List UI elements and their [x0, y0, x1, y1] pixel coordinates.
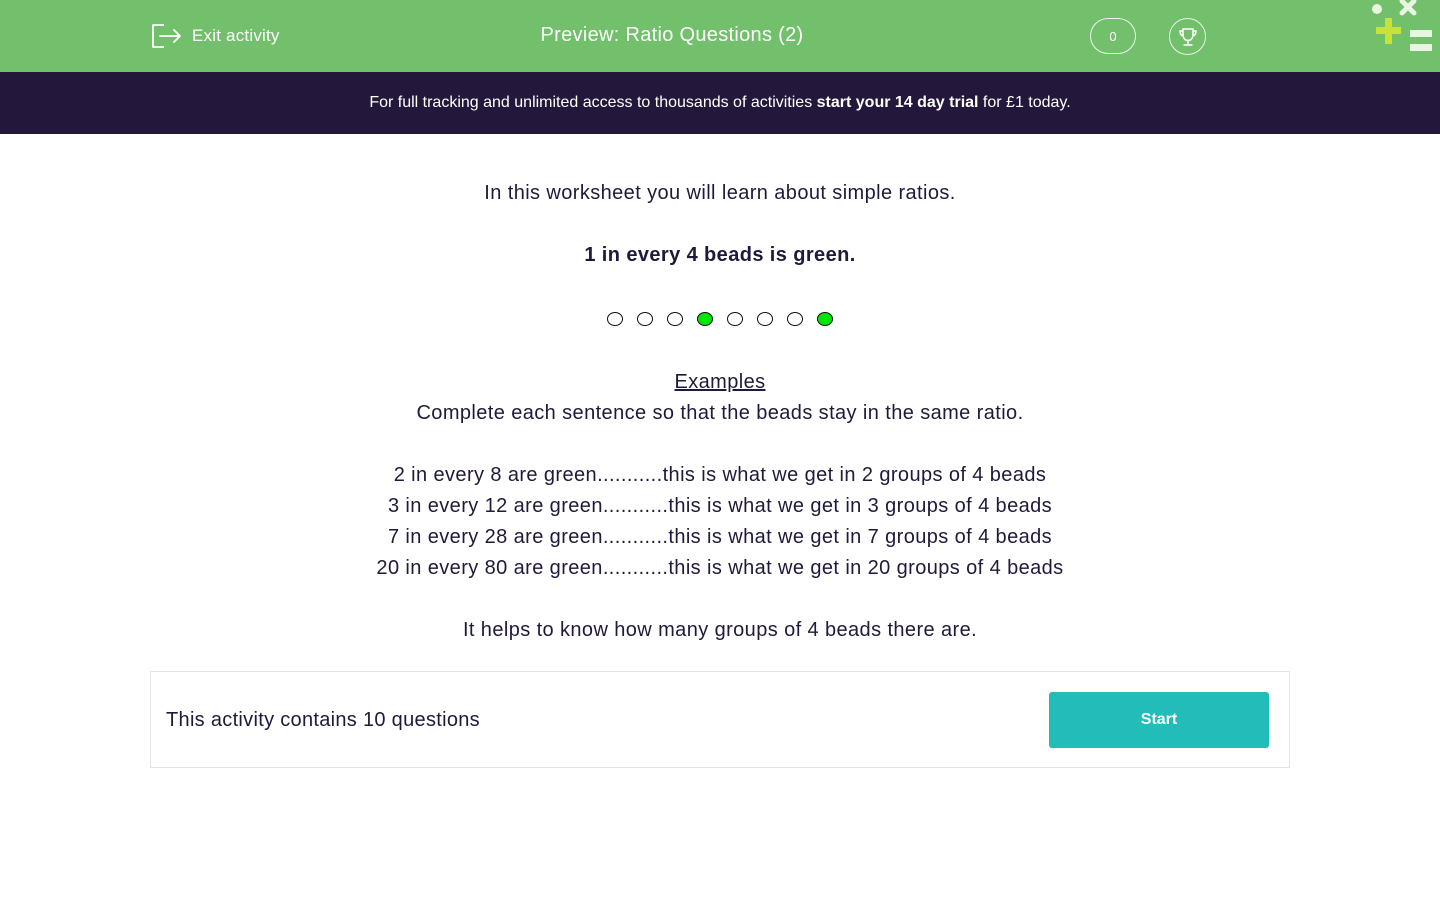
bead-white — [667, 312, 683, 326]
trophy-icon — [1178, 27, 1197, 46]
promo-trial-link[interactable]: start your 14 day trial — [817, 94, 979, 112]
statement-text: 1 in every 4 beads is green. — [584, 244, 856, 266]
bead-row — [0, 312, 1440, 330]
promo-text-after: for £1 today. — [978, 94, 1071, 111]
example-line: 7 in every 28 are green...........this i… — [387, 526, 1053, 548]
promo-banner: For full tracking and unlimited access t… — [0, 72, 1440, 134]
page-title: Preview: Ratio Questions (2) — [540, 24, 804, 46]
trophy-button[interactable] — [1169, 18, 1206, 55]
tip-text: It helps to know how many groups of 4 be… — [462, 619, 978, 641]
instruction-text: Complete each sentence so that the beads… — [416, 402, 1024, 424]
bead-green — [697, 312, 713, 326]
bead-white — [607, 312, 623, 326]
example-line: 3 in every 12 are green...........this i… — [387, 495, 1053, 517]
logo-icon — [1372, 0, 1432, 51]
start-button[interactable]: Start — [1049, 692, 1269, 748]
header-bar: Exit activity Preview: Ratio Questions (… — [0, 0, 1440, 72]
question-count: This activity contains 10 questions — [166, 709, 480, 731]
example-line: 2 in every 8 are green...........this is… — [393, 464, 1047, 486]
bead-green — [817, 312, 833, 326]
bead-white — [727, 312, 743, 326]
score-badge: 0 — [1090, 18, 1136, 54]
bead-white — [757, 312, 773, 326]
example-line: 20 in every 80 are green...........this … — [376, 557, 1064, 579]
intro-text: In this worksheet you will learn about s… — [484, 182, 956, 204]
activity-panel: This activity contains 10 questions Star… — [150, 671, 1290, 768]
examples-heading: Examples — [674, 371, 766, 393]
promo-text-before: For full tracking and unlimited access t… — [369, 94, 817, 111]
bead-white — [637, 312, 653, 326]
bead-white — [787, 312, 803, 326]
